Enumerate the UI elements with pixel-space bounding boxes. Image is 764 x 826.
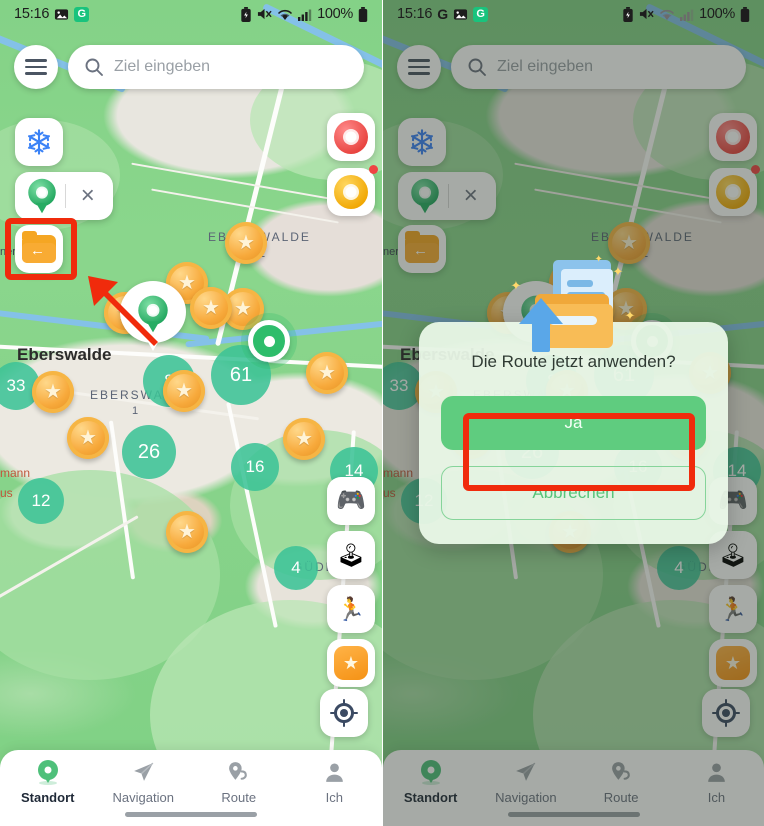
map-cluster[interactable]: 4	[274, 546, 318, 590]
battery-percent: 100%	[699, 6, 735, 22]
nav-item-standort[interactable]: Standort	[5, 759, 91, 805]
location-pin-icon	[37, 759, 58, 785]
map-cluster[interactable]: 26	[122, 425, 176, 479]
map-label: 1	[132, 405, 139, 417]
hamburger-menu-icon	[25, 59, 47, 75]
star-icon: ★	[295, 428, 313, 450]
red-pokeball-icon	[334, 120, 368, 154]
map-label: us	[0, 486, 13, 500]
green-pokeball-icon[interactable]	[19, 172, 65, 220]
map-label: mann	[0, 466, 31, 480]
search-input[interactable]: Ziel eingeben	[68, 45, 364, 89]
mute-icon	[639, 7, 654, 21]
battery-saver-icon	[240, 6, 252, 22]
gold-pokeball-button[interactable]	[327, 165, 378, 216]
status-time: 15:16	[14, 6, 50, 22]
snowflake-button[interactable]	[15, 118, 63, 166]
red-arrow-pointer	[88, 276, 158, 346]
joystick-icon: 🕹	[336, 541, 366, 568]
joystick-button[interactable]: 🕹	[327, 531, 375, 579]
pokestop-marker[interactable]: ★	[225, 222, 267, 264]
signal-icon	[680, 8, 694, 21]
nav-item-ich[interactable]: Ich	[291, 759, 377, 805]
running-person-icon: 🏃	[336, 595, 366, 622]
star-icon: ★	[237, 232, 255, 254]
hamburger-menu-button[interactable]	[14, 45, 58, 89]
paper-plane-icon	[131, 759, 156, 785]
crosshair-location-icon	[330, 699, 358, 727]
dual-screenshot-container: EBERSWALDE 2 Eberswalde EBERSWALDE 1 GÜD…	[0, 0, 764, 826]
route-folder-button[interactable]: ←	[15, 225, 63, 273]
star-icon: ★	[79, 427, 97, 449]
dialog-title: Die Route jetzt anwenden?	[471, 352, 676, 371]
left-phone-screen: EBERSWALDE 2 Eberswalde EBERSWALDE 1 GÜD…	[0, 0, 382, 826]
google-g-icon: G	[437, 6, 449, 22]
confirm-yes-button[interactable]: Ja	[441, 396, 706, 450]
pokestop-marker[interactable]: ★	[306, 352, 348, 394]
pokestop-marker[interactable]: ★	[32, 371, 74, 413]
grammarly-g-badge-icon: G	[473, 6, 489, 22]
search-placeholder: Ziel eingeben	[114, 58, 211, 75]
search-icon	[84, 57, 104, 77]
pokestop-marker[interactable]: ★	[163, 370, 205, 412]
status-bar: 15:16 G 100%	[0, 0, 382, 28]
pokestop-filter-pill[interactable]: ×	[15, 172, 113, 220]
star-icon: ★	[202, 297, 220, 319]
pokestop-marker[interactable]: ★	[166, 511, 208, 553]
cancel-button[interactable]: Abbrechen	[441, 466, 706, 520]
star-icon: ★	[175, 380, 193, 402]
star-icon: ★	[44, 381, 62, 403]
image-icon	[54, 7, 69, 22]
image-icon	[453, 7, 468, 22]
battery-icon	[358, 6, 368, 22]
gamepad-button[interactable]: 🎮	[327, 477, 375, 525]
locate-me-button[interactable]	[320, 689, 368, 737]
status-time: 15:16	[397, 6, 433, 22]
wifi-icon	[277, 8, 293, 21]
favorites-button[interactable]: ★	[327, 639, 375, 687]
map-cluster[interactable]: 12	[18, 478, 64, 524]
red-pokeball-button[interactable]	[327, 113, 375, 161]
snowflake-icon	[25, 128, 53, 156]
walk-button[interactable]: 🏃	[327, 585, 375, 633]
mute-icon	[257, 7, 272, 21]
star-icon: ★	[234, 298, 252, 320]
nav-item-navigation[interactable]: Navigation	[100, 759, 186, 805]
grammarly-g-badge-icon: G	[74, 6, 90, 22]
status-bar: 15:16 G G 100%	[383, 0, 764, 28]
signal-icon	[298, 8, 312, 21]
user-location-marker	[248, 320, 290, 362]
battery-icon	[740, 6, 750, 22]
gold-pokeball-icon	[334, 175, 368, 209]
nav-label: Navigation	[112, 790, 174, 805]
notification-badge	[369, 165, 378, 174]
pokestop-marker[interactable]: ★	[190, 287, 232, 329]
right-phone-screen: EBERSWALDE 2 Eberswalde EBERSWALDE 1 GÜD…	[382, 0, 764, 826]
battery-saver-icon	[622, 6, 634, 22]
gamepad-icon: 🎮	[336, 487, 366, 514]
home-indicator	[125, 812, 257, 817]
battery-percent: 100%	[317, 6, 353, 22]
search-row: Ziel eingeben	[14, 45, 364, 89]
star-icon: ★	[178, 521, 196, 543]
person-icon	[322, 759, 347, 785]
route-pin-icon	[226, 759, 251, 785]
wifi-icon	[659, 8, 675, 21]
star-badge-icon: ★	[334, 646, 368, 680]
pokestop-marker[interactable]: ★	[67, 417, 109, 459]
star-icon: ★	[318, 362, 336, 384]
close-filter-button[interactable]: ×	[66, 172, 109, 220]
nav-label: Route	[221, 790, 257, 805]
nav-item-route[interactable]: Route	[196, 759, 282, 805]
confirm-dialog: ✦ ✦ ✦ ✦ Die Route jetzt anwenden? Ja Abb…	[419, 254, 728, 544]
nav-label: Ich	[325, 790, 343, 805]
map-label: ner	[0, 246, 16, 258]
pokestop-marker[interactable]: ★	[283, 418, 325, 460]
folder-import-icon: ←	[22, 231, 56, 263]
folder-import-arrow-illustration: ✦ ✦ ✦ ✦	[509, 254, 639, 354]
nav-label: Standort	[21, 790, 75, 805]
map-cluster[interactable]: 16	[231, 443, 279, 491]
